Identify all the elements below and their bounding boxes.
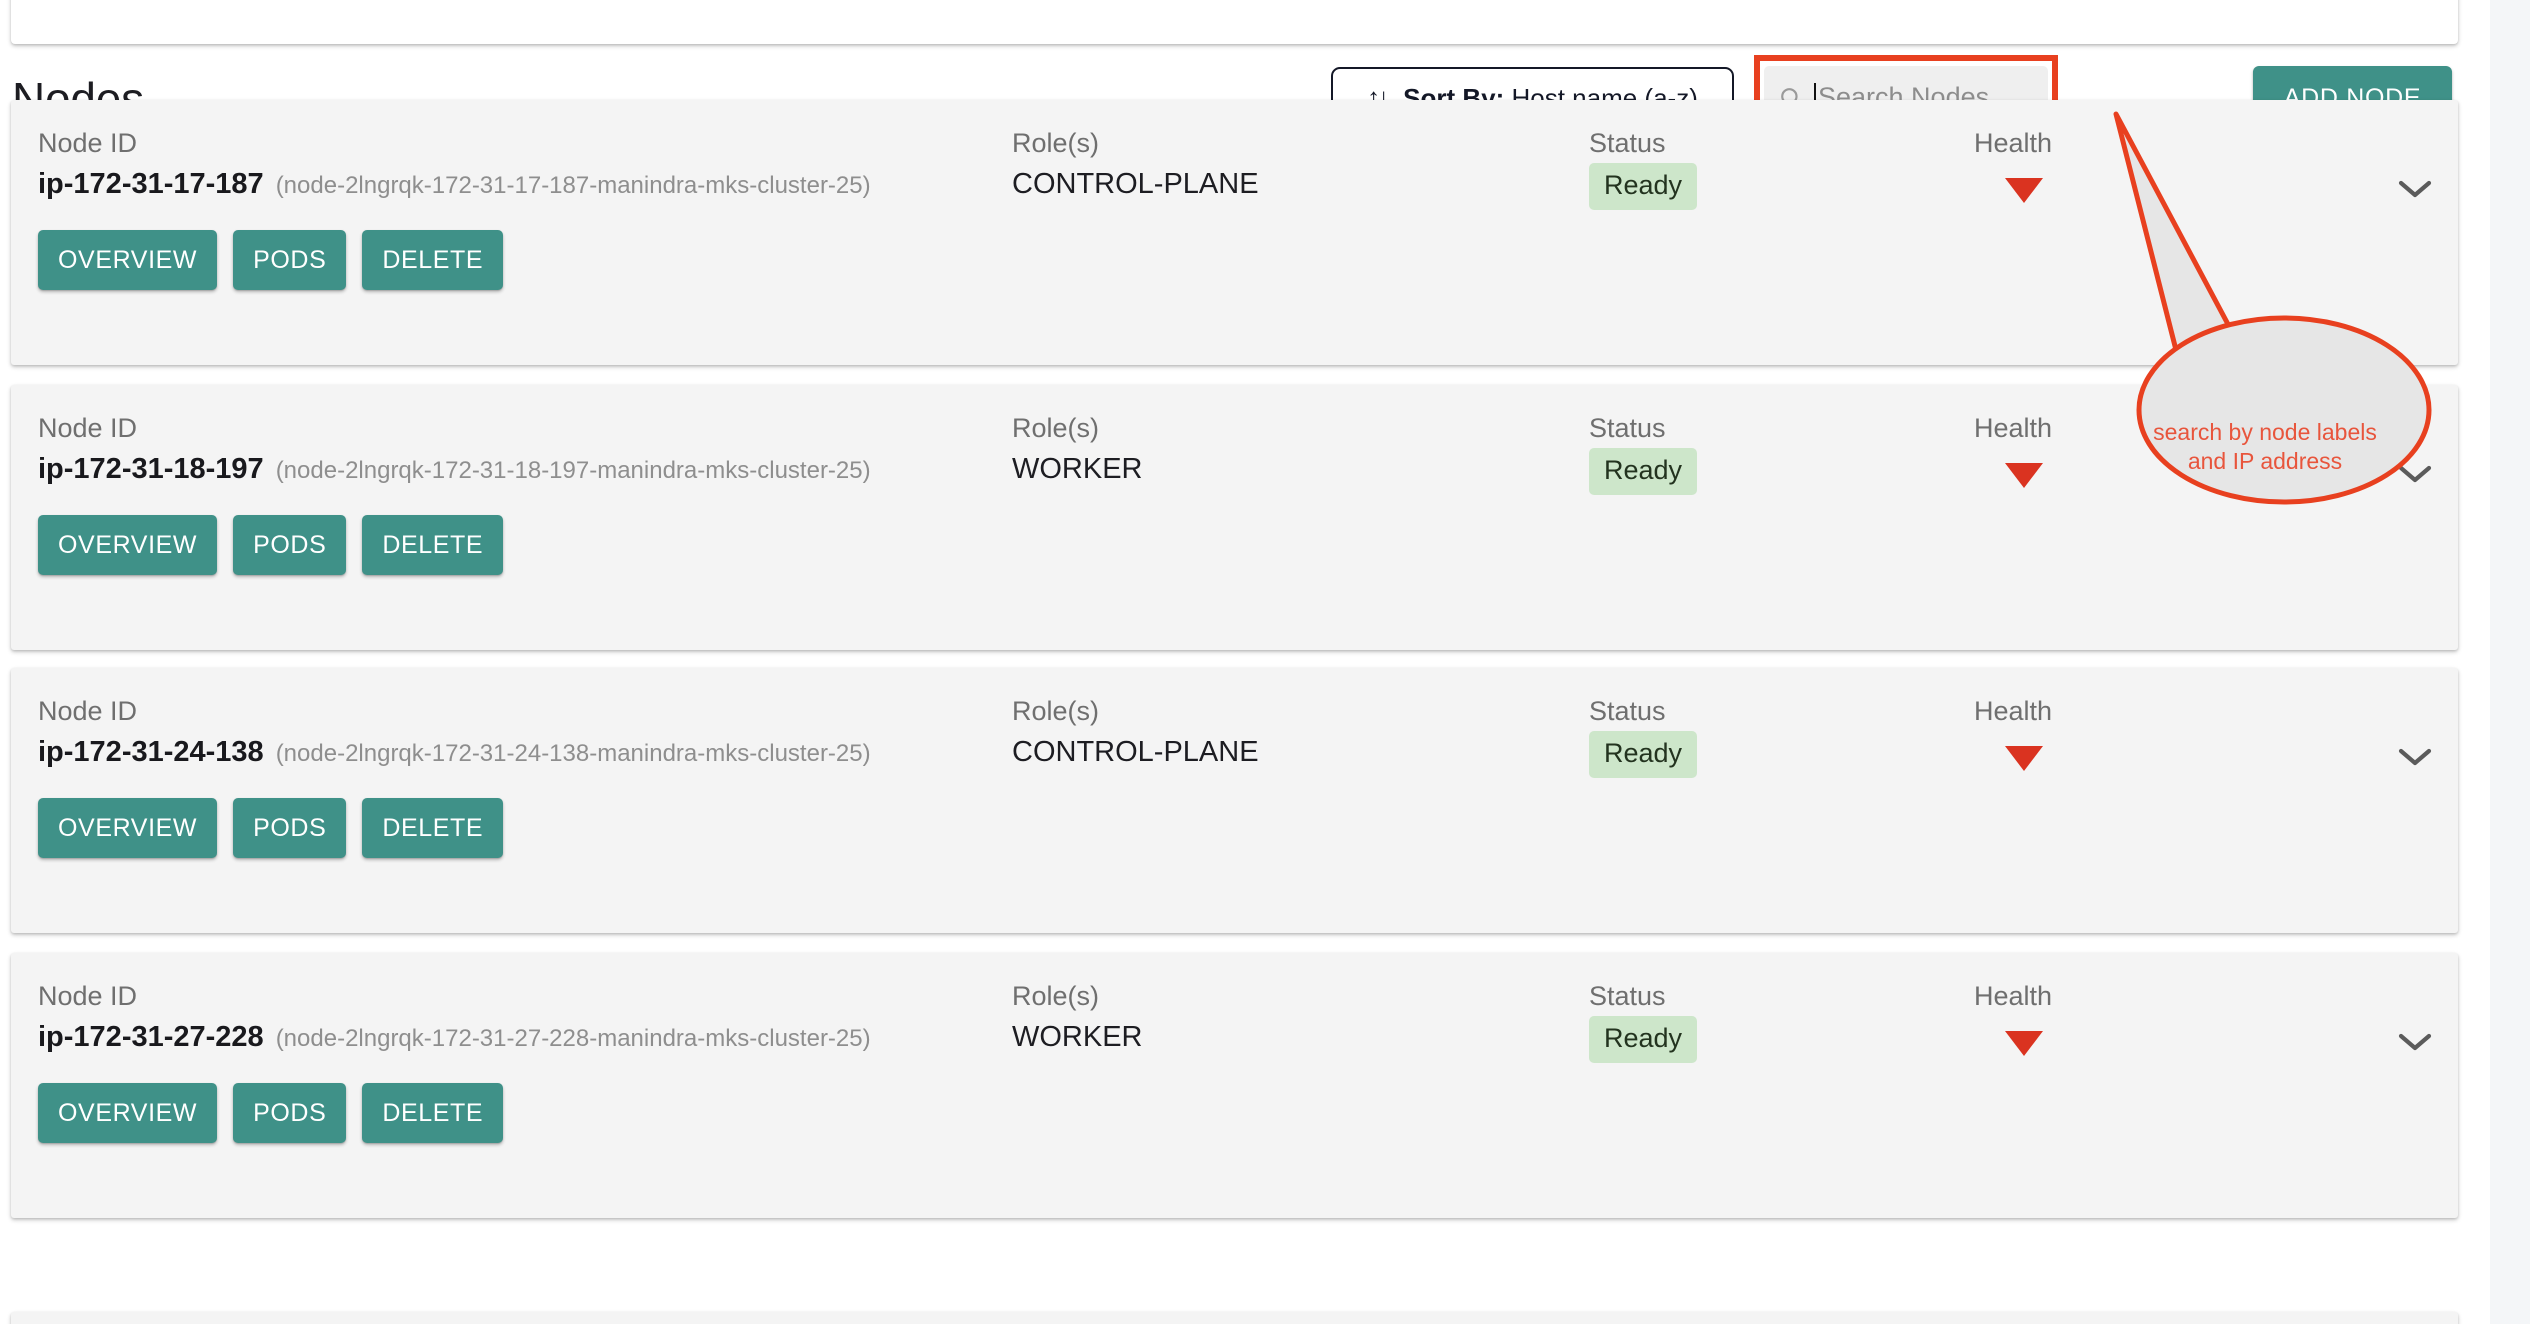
column-header-roles: Role(s) [1012, 413, 1100, 443]
annotation-line-2: and IP address [2187, 448, 2343, 475]
delete-button[interactable]: DELETE [362, 230, 504, 290]
expand-row-chevron-down-icon[interactable] [2389, 163, 2441, 215]
node-id-value: ip-172-31-24-138 (node-2lngrqk-172-31-24… [38, 736, 871, 769]
pods-button[interactable]: PODS [233, 1083, 347, 1143]
column-header-node-id: Node ID [38, 696, 138, 726]
column-header-status: Status [1589, 128, 1666, 158]
node-role: WORKER [1012, 453, 1143, 485]
status-badge: Ready [1589, 163, 1698, 210]
node-id-value: ip-172-31-17-187 (node-2lngrqk-172-31-17… [38, 168, 871, 201]
status-badge: Ready [1589, 1016, 1698, 1063]
node-role: CONTROL-PLANE [1012, 736, 1259, 768]
node-card[interactable] [11, 1312, 2458, 1324]
node-ip: ip-172-31-17-187 [38, 168, 264, 200]
node-role: CONTROL-PLANE [1012, 168, 1259, 200]
node-card[interactable]: Node ID ip-172-31-17-187 (node-2lngrqk-1… [11, 100, 2458, 365]
node-ip: ip-172-31-24-138 [38, 736, 264, 768]
column-header-health: Health [1974, 413, 2053, 443]
column-header-health: Health [1974, 128, 2053, 158]
health-warning-triangle-icon [2005, 463, 2043, 488]
expand-row-chevron-down-icon[interactable] [2389, 1016, 2441, 1068]
status-badge: Ready [1589, 448, 1698, 495]
overview-button[interactable]: OVERVIEW [38, 230, 218, 290]
column-header-node-id: Node ID [38, 128, 138, 158]
column-header-roles: Role(s) [1012, 128, 1100, 158]
overview-button[interactable]: OVERVIEW [38, 515, 218, 575]
overview-button[interactable]: OVERVIEW [38, 798, 218, 858]
column-header-node-id: Node ID [38, 981, 138, 1011]
pods-button[interactable]: PODS [233, 230, 347, 290]
expand-row-chevron-down-icon[interactable] [2389, 731, 2441, 783]
previous-section-card [11, 0, 2458, 44]
overview-button[interactable]: OVERVIEW [38, 1083, 218, 1143]
pods-button[interactable]: PODS [233, 798, 347, 858]
node-hostname: (node-2lngrqk-172-31-17-187-manindra-mks… [275, 172, 871, 199]
node-actions: OVERVIEW PODS DELETE [38, 515, 504, 575]
node-card[interactable]: Node ID ip-172-31-18-197 (node-2lngrqk-1… [11, 385, 2458, 650]
column-header-roles: Role(s) [1012, 696, 1100, 726]
column-header-health: Health [1974, 696, 2053, 726]
node-actions: OVERVIEW PODS DELETE [38, 798, 504, 858]
column-header-node-id: Node ID [38, 413, 138, 443]
annotation-text: search by node labels and IP address [2140, 418, 2390, 477]
annotation-line-1: search by node labels [2153, 419, 2377, 445]
node-ip: ip-172-31-27-228 [38, 1021, 264, 1053]
health-warning-triangle-icon [2005, 178, 2043, 203]
node-actions: OVERVIEW PODS DELETE [38, 230, 504, 290]
node-hostname: (node-2lngrqk-172-31-27-228-manindra-mks… [275, 1025, 871, 1052]
node-hostname: (node-2lngrqk-172-31-24-138-manindra-mks… [275, 740, 871, 767]
node-actions: OVERVIEW PODS DELETE [38, 1083, 504, 1143]
health-warning-triangle-icon [2005, 1031, 2043, 1056]
delete-button[interactable]: DELETE [362, 515, 504, 575]
status-badge: Ready [1589, 731, 1698, 778]
nodes-page: Nodes ↑↓ Sort By: Host name (a-z) Search… [0, 0, 2490, 1324]
expand-row-chevron-down-icon[interactable] [2389, 448, 2441, 500]
column-header-status: Status [1589, 413, 1666, 443]
column-header-status: Status [1589, 981, 1666, 1011]
delete-button[interactable]: DELETE [362, 1083, 504, 1143]
column-header-health: Health [1974, 981, 2053, 1011]
pods-button[interactable]: PODS [233, 515, 347, 575]
node-role: WORKER [1012, 1021, 1143, 1053]
column-header-status: Status [1589, 696, 1666, 726]
health-warning-triangle-icon [2005, 746, 2043, 771]
node-id-value: ip-172-31-27-228 (node-2lngrqk-172-31-27… [38, 1021, 871, 1054]
node-card[interactable]: Node ID ip-172-31-24-138 (node-2lngrqk-1… [11, 668, 2458, 933]
node-id-value: ip-172-31-18-197 (node-2lngrqk-172-31-18… [38, 453, 871, 486]
node-card[interactable]: Node ID ip-172-31-27-228 (node-2lngrqk-1… [11, 953, 2458, 1218]
node-ip: ip-172-31-18-197 [38, 453, 264, 485]
node-hostname: (node-2lngrqk-172-31-18-197-manindra-mks… [275, 457, 871, 484]
delete-button[interactable]: DELETE [362, 798, 504, 858]
column-header-roles: Role(s) [1012, 981, 1100, 1011]
